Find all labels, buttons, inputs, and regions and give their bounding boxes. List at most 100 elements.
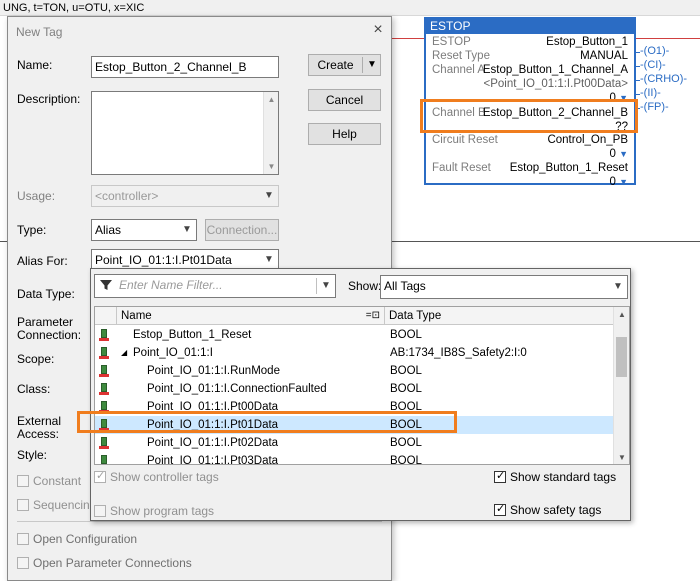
output-pin-ci: -(CI)- (634, 59, 666, 71)
show-standard-tags-checkbox[interactable] (494, 469, 506, 483)
open-parameter-connections-checkbox[interactable] (17, 557, 29, 569)
parameter-connection-label-1: Parameter (17, 315, 74, 329)
tree-expander-icon[interactable]: ◢ (121, 344, 127, 362)
type-label: Type: (17, 223, 47, 237)
output-pin-o1: -(O1)- (633, 45, 670, 57)
alias-for-value: Point_IO_01:1:I.Pt01Data (95, 253, 232, 267)
create-button[interactable]: Create ▼ (308, 54, 381, 76)
class-label: Class: (17, 382, 51, 396)
scroll-down-icon[interactable]: ▼ (264, 159, 279, 174)
external-access-label-1: External (17, 414, 62, 428)
estop-row-estop: ESTOP Estop_Button_1 (432, 35, 628, 49)
open-configuration-checkbox[interactable] (17, 533, 29, 545)
chevron-down-icon[interactable]: ▼ (178, 220, 196, 240)
scope-label: Scope: (17, 352, 55, 366)
tag-data-type: BOOL (390, 455, 422, 465)
tag-name: Point_IO_01:1:I.Pt02Data (147, 437, 279, 449)
tag-icon (99, 365, 109, 377)
name-filter-input[interactable]: Enter Name Filter... ▼ (94, 274, 336, 298)
reset-type-value[interactable]: MANUAL (580, 49, 628, 63)
channel-a-value[interactable]: Estop_Button_1_Channel_A (483, 63, 628, 77)
constant-checkbox (17, 475, 29, 487)
rung-wire (636, 38, 700, 39)
estop-block-title: ESTOP (426, 19, 634, 34)
scrollbar-thumb[interactable] (616, 337, 627, 377)
table-row[interactable]: ◢ Point_IO_01:1:I AB:1734_IB8S_Safety2:I:0 (95, 344, 615, 362)
circuit-reset-state: 0 ▼ (609, 147, 628, 161)
column-header-data-type[interactable]: Data Type (385, 307, 615, 325)
chevron-down-icon[interactable]: ▼ (260, 250, 278, 270)
show-label: Show: (348, 279, 382, 293)
table-row[interactable]: Point_IO_01:1:I.RunMode BOOL (95, 362, 615, 380)
table-row[interactable]: Estop_Button_1_Reset BOOL (95, 326, 615, 344)
table-row[interactable]: Point_IO_01:1:I.Pt02Data BOOL (95, 434, 615, 452)
sort-filter-icon[interactable]: =⊡ (366, 307, 380, 325)
create-button-label: Create (317, 58, 354, 72)
filter-icon[interactable] (99, 278, 113, 292)
column-header-name[interactable]: Name =⊡ (117, 307, 385, 325)
channel-a-alias: <Point_IO_01:1:I.Pt00Data> (483, 78, 629, 90)
tag-icon (99, 329, 109, 341)
description-label: Description: (17, 92, 81, 106)
tag-name: Point_IO_01:1:I.Pt03Data (147, 455, 279, 465)
dropdown-arrow-icon[interactable]: ▼ (363, 55, 381, 75)
show-controller-tags-label: Show controller tags (110, 470, 219, 484)
estop-row-reset-type: Reset Type MANUAL (432, 49, 628, 63)
scroll-up-icon[interactable]: ▲ (264, 92, 279, 107)
close-icon[interactable]: × (369, 21, 387, 39)
output-pin-crho: -(CRHO)- (633, 73, 688, 85)
usage-select: <controller> ▼ (91, 185, 279, 207)
table-row[interactable]: Point_IO_01:1:I.ConnectionFaulted BOOL (95, 380, 615, 398)
scroll-down-icon[interactable]: ▼ (614, 450, 629, 464)
fault-reset-value[interactable]: Estop_Button_1_Reset (510, 161, 628, 175)
tag-icon (99, 437, 109, 449)
tag-icon (99, 383, 109, 395)
circuit-reset-value[interactable]: Control_On_PB (547, 133, 628, 147)
type-select[interactable]: Alias ▼ (91, 219, 197, 241)
estop-value[interactable]: Estop_Button_1 (546, 35, 628, 49)
chevron-down-icon[interactable]: ▼ (609, 277, 627, 297)
description-textarea[interactable]: ▲ ▼ (91, 91, 279, 175)
estop-row-fault-reset: Fault Reset Estop_Button_1_Reset (432, 161, 628, 175)
external-access-label-2: Access: (17, 427, 60, 441)
tag-grid-header: Name =⊡ Data Type (95, 307, 615, 325)
estop-label: ESTOP (432, 36, 471, 48)
fault-reset-state: 0 ▼ (609, 175, 628, 189)
tag-data-type: BOOL (390, 365, 422, 377)
style-label: Style: (17, 448, 48, 462)
divider (17, 521, 382, 522)
show-program-tags-label: Show program tags (110, 504, 215, 518)
chevron-down-icon[interactable]: ▼ (317, 276, 335, 296)
chevron-down-icon: ▼ (264, 190, 274, 201)
help-button[interactable]: Help (308, 123, 381, 145)
name-input[interactable]: Estop_Button_2_Channel_B (91, 56, 279, 78)
fault-reset-label: Fault Reset (432, 162, 491, 174)
tag-name: Estop_Button_1_Reset (133, 329, 252, 341)
constant-label: Constant (33, 474, 82, 488)
cancel-button[interactable]: Cancel (308, 89, 381, 111)
arrow-down-icon: ▼ (619, 149, 628, 159)
estop-row-channel-a: Channel A Estop_Button_1_Channel_A (432, 63, 628, 77)
show-safety-tags-checkbox[interactable] (494, 502, 506, 516)
estop-row-circuit-reset: Circuit Reset Control_On_PB (432, 133, 628, 147)
sequencing-label: Sequencing (33, 498, 97, 512)
show-select[interactable]: All Tags ▼ (380, 275, 628, 299)
type-value: Alias (95, 223, 122, 237)
alias-for-label: Alias For: (17, 254, 68, 268)
show-standard-tags-label: Show standard tags (510, 470, 617, 484)
tag-grid[interactable]: Name =⊡ Data Type Estop_Button_1_Reset BO… (94, 306, 630, 465)
circuit-reset-label: Circuit Reset (432, 134, 498, 146)
connection-button: Connection... (205, 219, 279, 241)
open-parameter-connections-label: Open Parameter Connections (33, 556, 192, 570)
reset-type-label: Reset Type (432, 50, 490, 62)
arrow-down-icon: ▼ (619, 177, 628, 187)
open-configuration-label: Open Configuration (33, 532, 138, 546)
filter-placeholder: Enter Name Filter... (119, 278, 223, 292)
description-scrollbar[interactable]: ▲ ▼ (263, 92, 278, 174)
tag-name: Point_IO_01:1:I.ConnectionFaulted (147, 383, 327, 395)
dialog-title: New Tag (16, 25, 63, 39)
tag-grid-scrollbar[interactable]: ▲ ▼ (613, 307, 629, 464)
scroll-up-icon[interactable]: ▲ (614, 307, 629, 323)
table-row[interactable]: Point_IO_01:1:I.Pt03Data BOOL (95, 452, 615, 465)
selected-row-highlight (77, 411, 457, 433)
